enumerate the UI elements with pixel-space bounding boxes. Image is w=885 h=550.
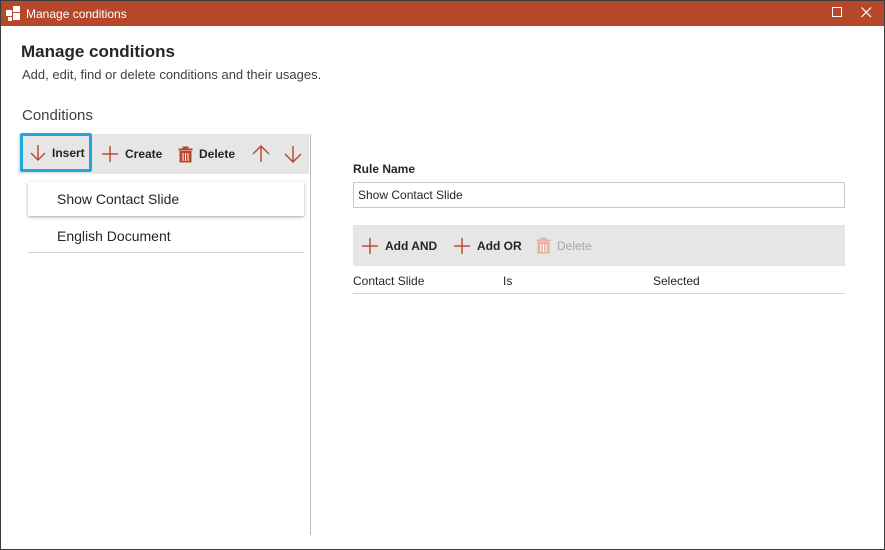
app-puzzle-icon [6,6,20,21]
rule-field: Contact Slide [353,274,425,288]
rule-name-input[interactable] [353,182,845,208]
close-button[interactable] [856,5,876,23]
add-or-label: Add OR [477,238,522,253]
rule-value: Selected [653,274,700,288]
add-and-button[interactable]: Add AND [361,225,437,266]
move-down-button[interactable] [284,136,302,172]
condition-item-label: Show Contact Slide [57,191,180,207]
rule-name-label: Rule Name [353,162,416,176]
move-up-button[interactable] [252,136,270,172]
add-or-button[interactable]: Add OR [453,225,522,266]
arrow-up-icon [252,145,270,162]
title-bar: Manage conditions [1,1,884,26]
delete-rule-label: Delete [557,238,592,253]
condition-item-show-contact-slide[interactable]: Show Contact Slide [28,182,304,216]
pane-divider[interactable] [310,134,311,535]
maximize-button[interactable] [827,5,847,23]
condition-item-english-document[interactable]: English Document [28,219,304,253]
rule-row[interactable]: Contact Slide Is Selected [353,271,845,294]
maximize-icon [831,7,842,17]
page-title: Manage conditions [21,42,175,61]
manage-conditions-window: Manage conditions Manage conditions Add,… [0,0,885,550]
plus-icon [362,237,378,254]
trash-icon [536,237,551,254]
delete-condition-button[interactable]: Delete [178,136,235,172]
delete-label: Delete [199,147,236,161]
create-label: Create [125,147,163,161]
delete-rule-button[interactable]: Delete [536,225,592,266]
close-icon [860,7,871,18]
create-button[interactable]: Create [101,136,162,172]
trash-icon [178,146,193,162]
rule-operator: Is [503,274,513,288]
add-and-label: Add AND [385,238,438,253]
plus-icon [102,146,118,162]
conditions-section-label: Conditions [22,107,93,124]
plus-icon [454,237,470,254]
insert-button[interactable]: Insert [20,133,92,172]
arrow-down-icon [284,146,302,163]
insert-label: Insert [52,145,85,160]
window-title: Manage conditions [26,7,127,21]
condition-item-label: English Document [57,228,171,244]
page-subtitle: Add, edit, find or delete conditions and… [22,67,322,82]
arrow-down-icon [30,144,46,161]
